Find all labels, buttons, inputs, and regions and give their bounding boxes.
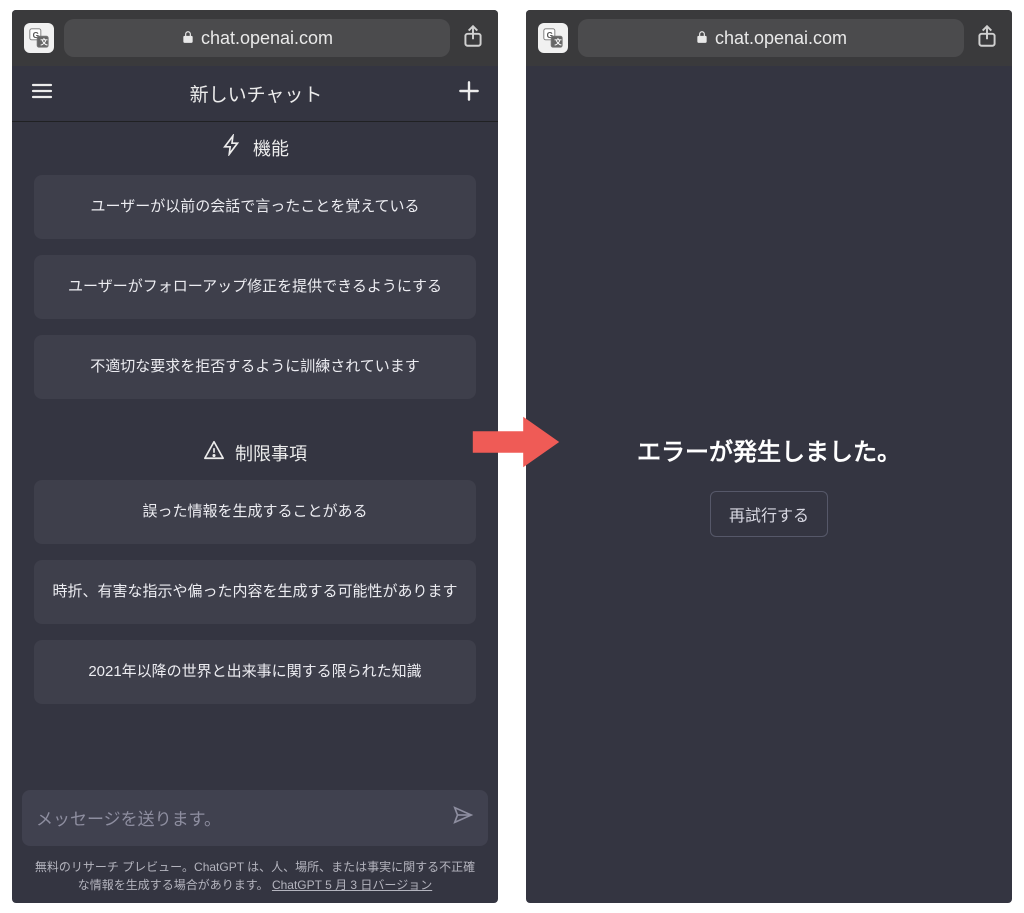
new-chat-button[interactable] [456, 78, 482, 109]
lock-icon [181, 28, 195, 49]
limitation-card[interactable]: 2021年以降の世界と出来事に関する限られた知識 [34, 640, 476, 704]
lock-icon [695, 28, 709, 49]
message-input[interactable]: メッセージを送ります。 [22, 790, 488, 846]
error-title: エラーが発生しました。 [637, 432, 901, 467]
translate-icon[interactable]: G文 [24, 23, 54, 53]
send-icon[interactable] [452, 804, 474, 831]
address-bar[interactable]: chat.openai.com [64, 19, 450, 57]
limitation-card[interactable]: 時折、有害な指示や偏った内容を生成する可能性があります [34, 560, 476, 624]
footer-disclaimer: 無料のリサーチ プレビュー。ChatGPT は、人、場所、または事実に関する不正… [12, 852, 498, 903]
retry-button[interactable]: 再試行する [710, 491, 828, 537]
left-phone-screenshot: G文 chat.openai.com 新しいチャット [12, 10, 498, 903]
address-bar[interactable]: chat.openai.com [578, 19, 964, 57]
url-text: chat.openai.com [715, 28, 847, 49]
capability-card[interactable]: ユーザーがフォローアップ修正を提供できるようにする [34, 255, 476, 319]
translate-icon[interactable]: G文 [538, 23, 568, 53]
menu-button[interactable] [28, 79, 56, 108]
share-icon[interactable] [974, 23, 1000, 54]
section-title: 制限事項 [235, 440, 307, 466]
share-icon[interactable] [460, 23, 486, 54]
capabilities-heading: 機能 [12, 130, 498, 175]
svg-text:文: 文 [553, 37, 562, 46]
lightning-icon [221, 134, 243, 161]
limitations-heading: 制限事項 [12, 435, 498, 480]
browser-chrome: G文 chat.openai.com [12, 10, 498, 66]
right-phone-screenshot: G文 chat.openai.com エラーが発生しました。 再試行する [526, 10, 1012, 903]
page-title: 新しいチャット [190, 80, 323, 107]
error-screen: エラーが発生しました。 再試行する [526, 66, 1012, 903]
main-content: 機能 ユーザーが以前の会話で言ったことを覚えている ユーザーがフォローアップ修正… [12, 122, 498, 903]
warning-icon [203, 439, 225, 466]
browser-chrome: G文 chat.openai.com [526, 10, 1012, 66]
url-text: chat.openai.com [201, 28, 333, 49]
capability-card[interactable]: ユーザーが以前の会話で言ったことを覚えている [34, 175, 476, 239]
section-title: 機能 [253, 135, 289, 161]
svg-text:文: 文 [39, 37, 48, 46]
app-header: 新しいチャット [12, 66, 498, 122]
composer-wrap: メッセージを送ります。 [12, 780, 498, 852]
transition-arrow-icon [471, 410, 561, 474]
footer-version-link[interactable]: ChatGPT 5 月 3 日バージョン [272, 878, 432, 892]
capability-card[interactable]: 不適切な要求を拒否するように訓練されています [34, 335, 476, 399]
placeholder-text: メッセージを送ります。 [36, 805, 221, 830]
limitation-card[interactable]: 誤った情報を生成することがある [34, 480, 476, 544]
